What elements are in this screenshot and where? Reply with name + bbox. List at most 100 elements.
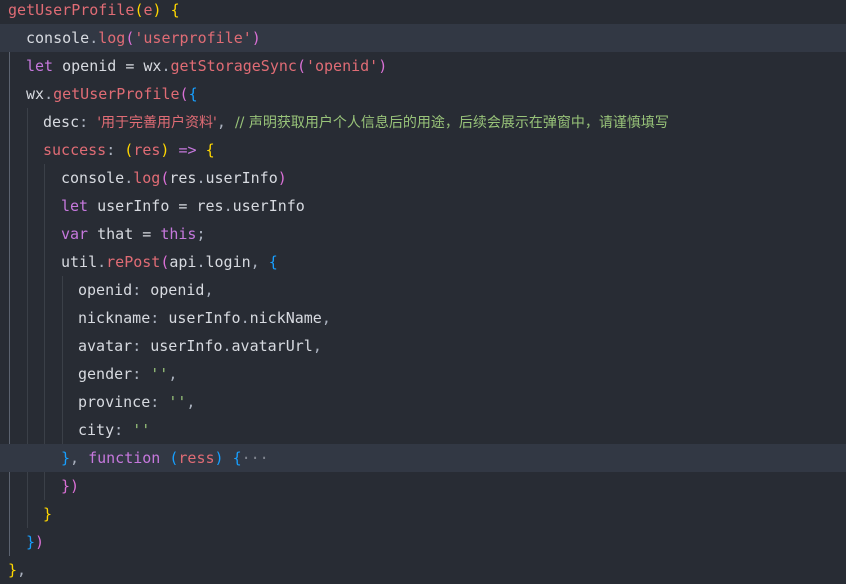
code-token: . bbox=[240, 309, 250, 327]
code-line-content: let userInfo = res.userInfo bbox=[61, 192, 305, 220]
code-token: ) bbox=[152, 1, 162, 19]
code-line-content: } bbox=[43, 500, 52, 528]
code-token: log bbox=[98, 29, 126, 47]
code-token: { bbox=[188, 85, 198, 103]
code-token: . bbox=[223, 197, 233, 215]
code-token: nickname bbox=[78, 309, 151, 327]
code-token: } bbox=[26, 533, 36, 551]
code-token: ; bbox=[196, 225, 206, 243]
code-line-content: gender: '', bbox=[78, 360, 177, 388]
code-line[interactable]: console.log('userprofile') bbox=[0, 24, 846, 52]
code-token: let bbox=[61, 197, 89, 215]
code-line[interactable]: avatar: userInfo.avatarUrl, bbox=[0, 332, 846, 360]
code-token: ) bbox=[214, 449, 224, 467]
code-line-content: avatar: userInfo.avatarUrl, bbox=[78, 332, 322, 360]
code-token: '' bbox=[132, 421, 151, 439]
code-token: gender bbox=[78, 365, 133, 383]
code-token: } bbox=[8, 561, 18, 579]
code-token: '' bbox=[150, 365, 169, 383]
code-line[interactable]: gender: '', bbox=[0, 360, 846, 388]
code-token: res bbox=[169, 169, 197, 187]
code-token: userInfo = bbox=[88, 197, 197, 215]
code-token: e bbox=[143, 1, 153, 19]
code-line[interactable]: var that = this; bbox=[0, 220, 846, 248]
code-token: console bbox=[26, 29, 90, 47]
code-token: console bbox=[61, 169, 125, 187]
code-line-content: util.rePost(api.login, { bbox=[61, 248, 278, 276]
code-token: var bbox=[61, 225, 89, 243]
code-token: ) bbox=[35, 533, 45, 551]
code-token: } bbox=[43, 505, 53, 523]
code-line-content: let openid = wx.getStorageSync('openid') bbox=[26, 52, 387, 80]
code-token: ( bbox=[179, 85, 189, 103]
code-line-content: var that = this; bbox=[61, 220, 206, 248]
code-line[interactable]: let userInfo = res.userInfo bbox=[0, 192, 846, 220]
code-line[interactable]: }, function (ress) {··· bbox=[0, 444, 846, 472]
code-token: desc bbox=[43, 113, 80, 131]
code-line-content: getUserProfile(e) { bbox=[8, 0, 180, 24]
code-token: : bbox=[132, 365, 151, 383]
code-line[interactable]: openid: openid, bbox=[0, 276, 846, 304]
code-token: : bbox=[132, 281, 151, 299]
code-token: } bbox=[61, 477, 71, 495]
code-token: api bbox=[169, 253, 197, 271]
code-token: rePost bbox=[106, 253, 161, 271]
code-token: { bbox=[268, 253, 278, 271]
code-token: wx bbox=[26, 85, 45, 103]
code-editor[interactable]: getUserProfile(e) {console.log('userprof… bbox=[0, 0, 846, 580]
code-token: ( bbox=[296, 57, 306, 75]
code-token: } bbox=[61, 449, 71, 467]
code-line[interactable]: province: '', bbox=[0, 388, 846, 416]
code-token: '用于完善用户资料' bbox=[97, 115, 217, 131]
code-token: getUserProfile bbox=[53, 85, 180, 103]
code-line-content: wx.getUserProfile({ bbox=[26, 80, 198, 108]
code-line-content: }) bbox=[61, 472, 79, 500]
code-token: : bbox=[114, 421, 133, 439]
code-token: openid bbox=[150, 281, 205, 299]
code-line[interactable]: nickname: userInfo.nickName, bbox=[0, 304, 846, 332]
code-token: openid = bbox=[53, 57, 144, 75]
code-token: '' bbox=[168, 393, 187, 411]
code-line[interactable]: let openid = wx.getStorageSync('openid') bbox=[0, 52, 846, 80]
code-line-content: desc: '用于完善用户资料', // 声明获取用户个人信息后的用途，后续会展… bbox=[43, 108, 669, 137]
code-line[interactable]: wx.getUserProfile({ bbox=[0, 80, 846, 108]
fold-ellipsis-icon[interactable]: ··· bbox=[242, 449, 269, 467]
code-token: res bbox=[133, 141, 161, 159]
code-line[interactable]: getUserProfile(e) { bbox=[0, 0, 846, 24]
code-token: let bbox=[26, 57, 54, 75]
code-line[interactable]: } bbox=[0, 500, 846, 528]
code-token: : bbox=[150, 393, 169, 411]
code-token: , bbox=[312, 337, 322, 355]
code-token: // 声明获取用户个人信息后的用途，后续会展示在弹窗中，请谨慎填写 bbox=[234, 115, 669, 131]
code-line[interactable]: city: '' bbox=[0, 416, 846, 444]
code-token: . bbox=[161, 57, 171, 75]
code-token: ( bbox=[124, 141, 134, 159]
code-token: { bbox=[232, 449, 242, 467]
code-line[interactable]: }) bbox=[0, 472, 846, 500]
code-line[interactable]: success: (res) => { bbox=[0, 136, 846, 164]
code-line[interactable]: util.rePost(api.login, { bbox=[0, 248, 846, 276]
code-line-content: }, function (ress) {··· bbox=[61, 444, 269, 472]
code-token: that = bbox=[88, 225, 161, 243]
code-token: . bbox=[97, 253, 107, 271]
code-line[interactable]: desc: '用于完善用户资料', // 声明获取用户个人信息后的用途，后续会展… bbox=[0, 108, 846, 136]
code-token: , bbox=[17, 561, 27, 579]
code-line-content: success: (res) => { bbox=[43, 136, 215, 164]
code-token: ) bbox=[251, 29, 261, 47]
code-token: nickName bbox=[249, 309, 322, 327]
code-token: province bbox=[78, 393, 151, 411]
code-token: res bbox=[196, 197, 224, 215]
code-token: getStorageSync bbox=[170, 57, 297, 75]
code-token: , bbox=[321, 309, 331, 327]
code-token: , bbox=[216, 113, 235, 131]
code-token: ) bbox=[277, 169, 287, 187]
code-line-content: city: '' bbox=[78, 416, 150, 444]
code-token: , bbox=[168, 365, 178, 383]
code-token: , bbox=[70, 449, 89, 467]
code-line[interactable]: }) bbox=[0, 528, 846, 556]
code-token: { bbox=[205, 141, 215, 159]
code-line[interactable]: console.log(res.userInfo) bbox=[0, 164, 846, 192]
code-token: avatar bbox=[78, 337, 133, 355]
